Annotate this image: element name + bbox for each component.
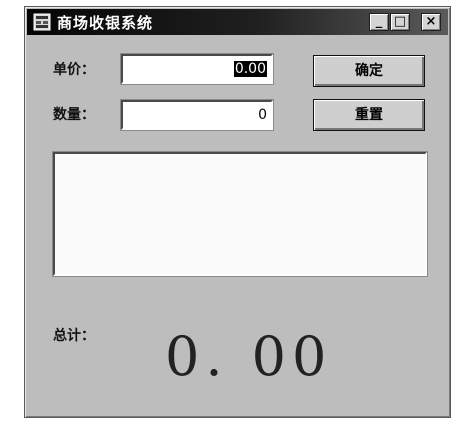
items-listbox[interactable] [52, 151, 428, 277]
maximize-icon: □ [393, 14, 407, 29]
app-icon [33, 13, 51, 31]
total-amount: 0. 00 [165, 325, 333, 388]
title-bar[interactable]: 商场收银系统 _ □ × [27, 9, 448, 35]
quantity-value: 0 [258, 107, 267, 123]
cash-register-window: 商场收银系统 _ □ × 单价： 0.00 数量： 0 确定 重置 总计： 0.… [24, 6, 451, 418]
quantity-input[interactable]: 0 [120, 99, 274, 131]
price-label: 单价： [53, 62, 95, 78]
reset-button[interactable]: 重置 [313, 99, 425, 131]
confirm-button[interactable]: 确定 [313, 55, 425, 87]
minimize-icon: _ [375, 14, 383, 29]
price-input[interactable]: 0.00 [120, 53, 274, 85]
total-label: 总计： [53, 328, 95, 344]
close-icon: × [425, 14, 437, 29]
close-button[interactable]: × [421, 13, 441, 31]
maximize-button[interactable]: □ [390, 13, 410, 31]
minimize-button[interactable]: _ [369, 13, 389, 31]
window-title: 商场收银系统 [57, 14, 154, 32]
price-value: 0.00 [233, 61, 267, 77]
quantity-label: 数量： [53, 107, 95, 123]
